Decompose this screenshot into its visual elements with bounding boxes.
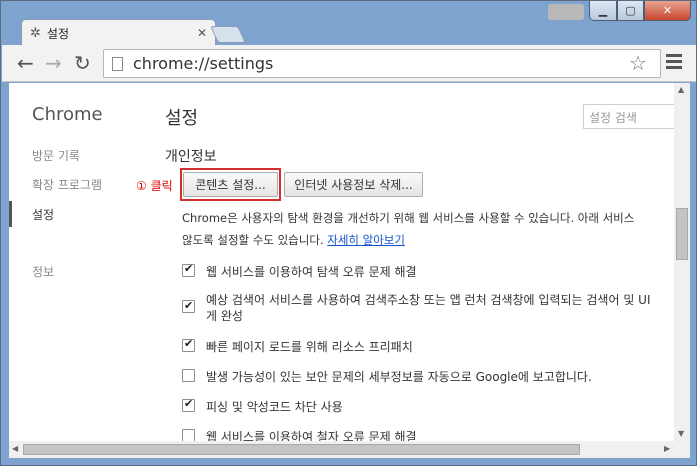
blurred-area xyxy=(548,4,584,20)
tab-close-icon[interactable]: ✕ xyxy=(197,26,207,40)
clear-browsing-data-button[interactable]: 인터넷 사용정보 삭제... xyxy=(284,172,423,197)
gear-icon: ✲ xyxy=(30,25,41,41)
option-label: 피싱 및 악성코드 차단 사용 xyxy=(206,400,343,414)
title-bar: ▁ ▢ ✕ ✲ 설정 ✕ xyxy=(1,1,696,46)
learn-more-link[interactable]: 자세히 알아보기 xyxy=(327,233,405,247)
sidebar-item-about[interactable]: 정보 xyxy=(32,263,54,280)
h-scroll-thumb[interactable] xyxy=(23,444,580,455)
scroll-thumb[interactable] xyxy=(676,208,688,260)
minimize-button[interactable]: ▁ xyxy=(589,1,617,21)
privacy-description: Chrome은 사용자의 탐색 환경을 개선하기 위해 웹 서비스를 사용할 수… xyxy=(182,207,674,251)
window-controls: ▁ ▢ ✕ xyxy=(589,1,691,22)
settings-page: Chrome 방문 기록 확장 프로그램 설정 정보 설정 설정 검색 개인정보… xyxy=(9,83,674,441)
option-label: 웹 서비스를 이용하여 탐색 오류 문제 해결 xyxy=(206,265,417,279)
sidebar-item-history[interactable]: 방문 기록 xyxy=(32,147,80,164)
tab-title: 설정 xyxy=(46,26,69,41)
scroll-left-icon[interactable]: ◀ xyxy=(12,444,18,453)
checkbox[interactable] xyxy=(182,262,195,277)
reload-icon[interactable]: ↻ xyxy=(74,51,91,75)
checkbox[interactable] xyxy=(182,369,195,382)
option-label: 웹 서비스를 이용하여 철자 오류 문제 해결 xyxy=(206,430,417,441)
checkbox[interactable] xyxy=(182,397,195,412)
option-navigation-errors[interactable]: 웹 서비스를 이용하여 탐색 오류 문제 해결 xyxy=(182,262,417,280)
section-title-privacy: 개인정보 xyxy=(165,149,217,165)
page-icon xyxy=(112,56,123,71)
scroll-up-icon[interactable]: ▲ xyxy=(678,85,684,94)
option-label: 예상 검색어 서비스를 사용하여 검색주소창 또는 앱 런처 검색창에 입력되는… xyxy=(206,293,651,323)
description-line-2: 않도록 설정할 수도 있습니다. 자세히 알아보기 xyxy=(182,229,674,251)
option-label: 빠른 페이지 로드를 위해 리소스 프리패치 xyxy=(206,340,413,354)
menu-icon[interactable] xyxy=(666,54,682,72)
description-text: 않도록 설정할 수도 있습니다. xyxy=(182,233,324,247)
checkbox[interactable] xyxy=(182,298,195,314)
scroll-down-icon[interactable]: ▼ xyxy=(678,429,684,438)
toolbar: ← → ↻ chrome://settings ☆ xyxy=(2,45,696,82)
sidebar-item-settings[interactable]: 설정 xyxy=(32,206,54,223)
content-settings-button[interactable]: 콘텐츠 설정... xyxy=(183,172,278,197)
option-label: 발생 가능성이 있는 보안 문제의 세부정보를 자동으로 Google에 보고합… xyxy=(206,370,592,384)
option-security-report[interactable]: 발생 가능성이 있는 보안 문제의 세부정보를 자동으로 Google에 보고합… xyxy=(182,368,592,385)
option-spelling[interactable]: 웹 서비스를 이용하여 철자 오류 문제 해결 xyxy=(182,428,417,441)
option-phishing-protection[interactable]: 피싱 및 악성코드 차단 사용 xyxy=(182,397,343,415)
page-title: 설정 xyxy=(165,108,199,129)
sidebar-item-extensions[interactable]: 확장 프로그램 xyxy=(32,176,102,193)
bookmark-star-icon[interactable]: ☆ xyxy=(629,51,647,75)
scroll-right-icon[interactable]: ▶ xyxy=(664,444,670,453)
click-annotation: ① 클릭 xyxy=(136,179,173,193)
browser-window: ▁ ▢ ✕ ✲ 설정 ✕ ← → ↻ chrome://settings ☆ C… xyxy=(0,0,697,466)
forward-icon[interactable]: → xyxy=(45,51,62,75)
back-icon[interactable]: ← xyxy=(17,51,34,75)
checkbox[interactable] xyxy=(182,429,195,441)
tab-settings[interactable]: ✲ 설정 ✕ xyxy=(21,19,216,46)
horizontal-scrollbar[interactable]: ◀ ▶ xyxy=(9,441,690,458)
address-bar[interactable]: chrome://settings xyxy=(103,49,661,78)
active-indicator xyxy=(9,201,12,227)
option-search-predictions[interactable]: 예상 검색어 서비스를 사용하여 검색주소창 또는 앱 런처 검색창에 입력되는… xyxy=(182,292,651,324)
vertical-scrollbar[interactable]: ▲ ▼ xyxy=(674,83,690,441)
checkbox[interactable] xyxy=(182,337,195,352)
maximize-button[interactable]: ▢ xyxy=(617,1,644,21)
url-text: chrome://settings xyxy=(133,54,274,73)
close-button[interactable]: ✕ xyxy=(644,1,691,21)
search-input[interactable]: 설정 검색 xyxy=(583,104,674,129)
sidebar-brand: Chrome xyxy=(32,104,103,125)
description-line-1: Chrome은 사용자의 탐색 환경을 개선하기 위해 웹 서비스를 사용할 수… xyxy=(182,211,635,225)
option-prefetch[interactable]: 빠른 페이지 로드를 위해 리소스 프리패치 xyxy=(182,337,413,355)
